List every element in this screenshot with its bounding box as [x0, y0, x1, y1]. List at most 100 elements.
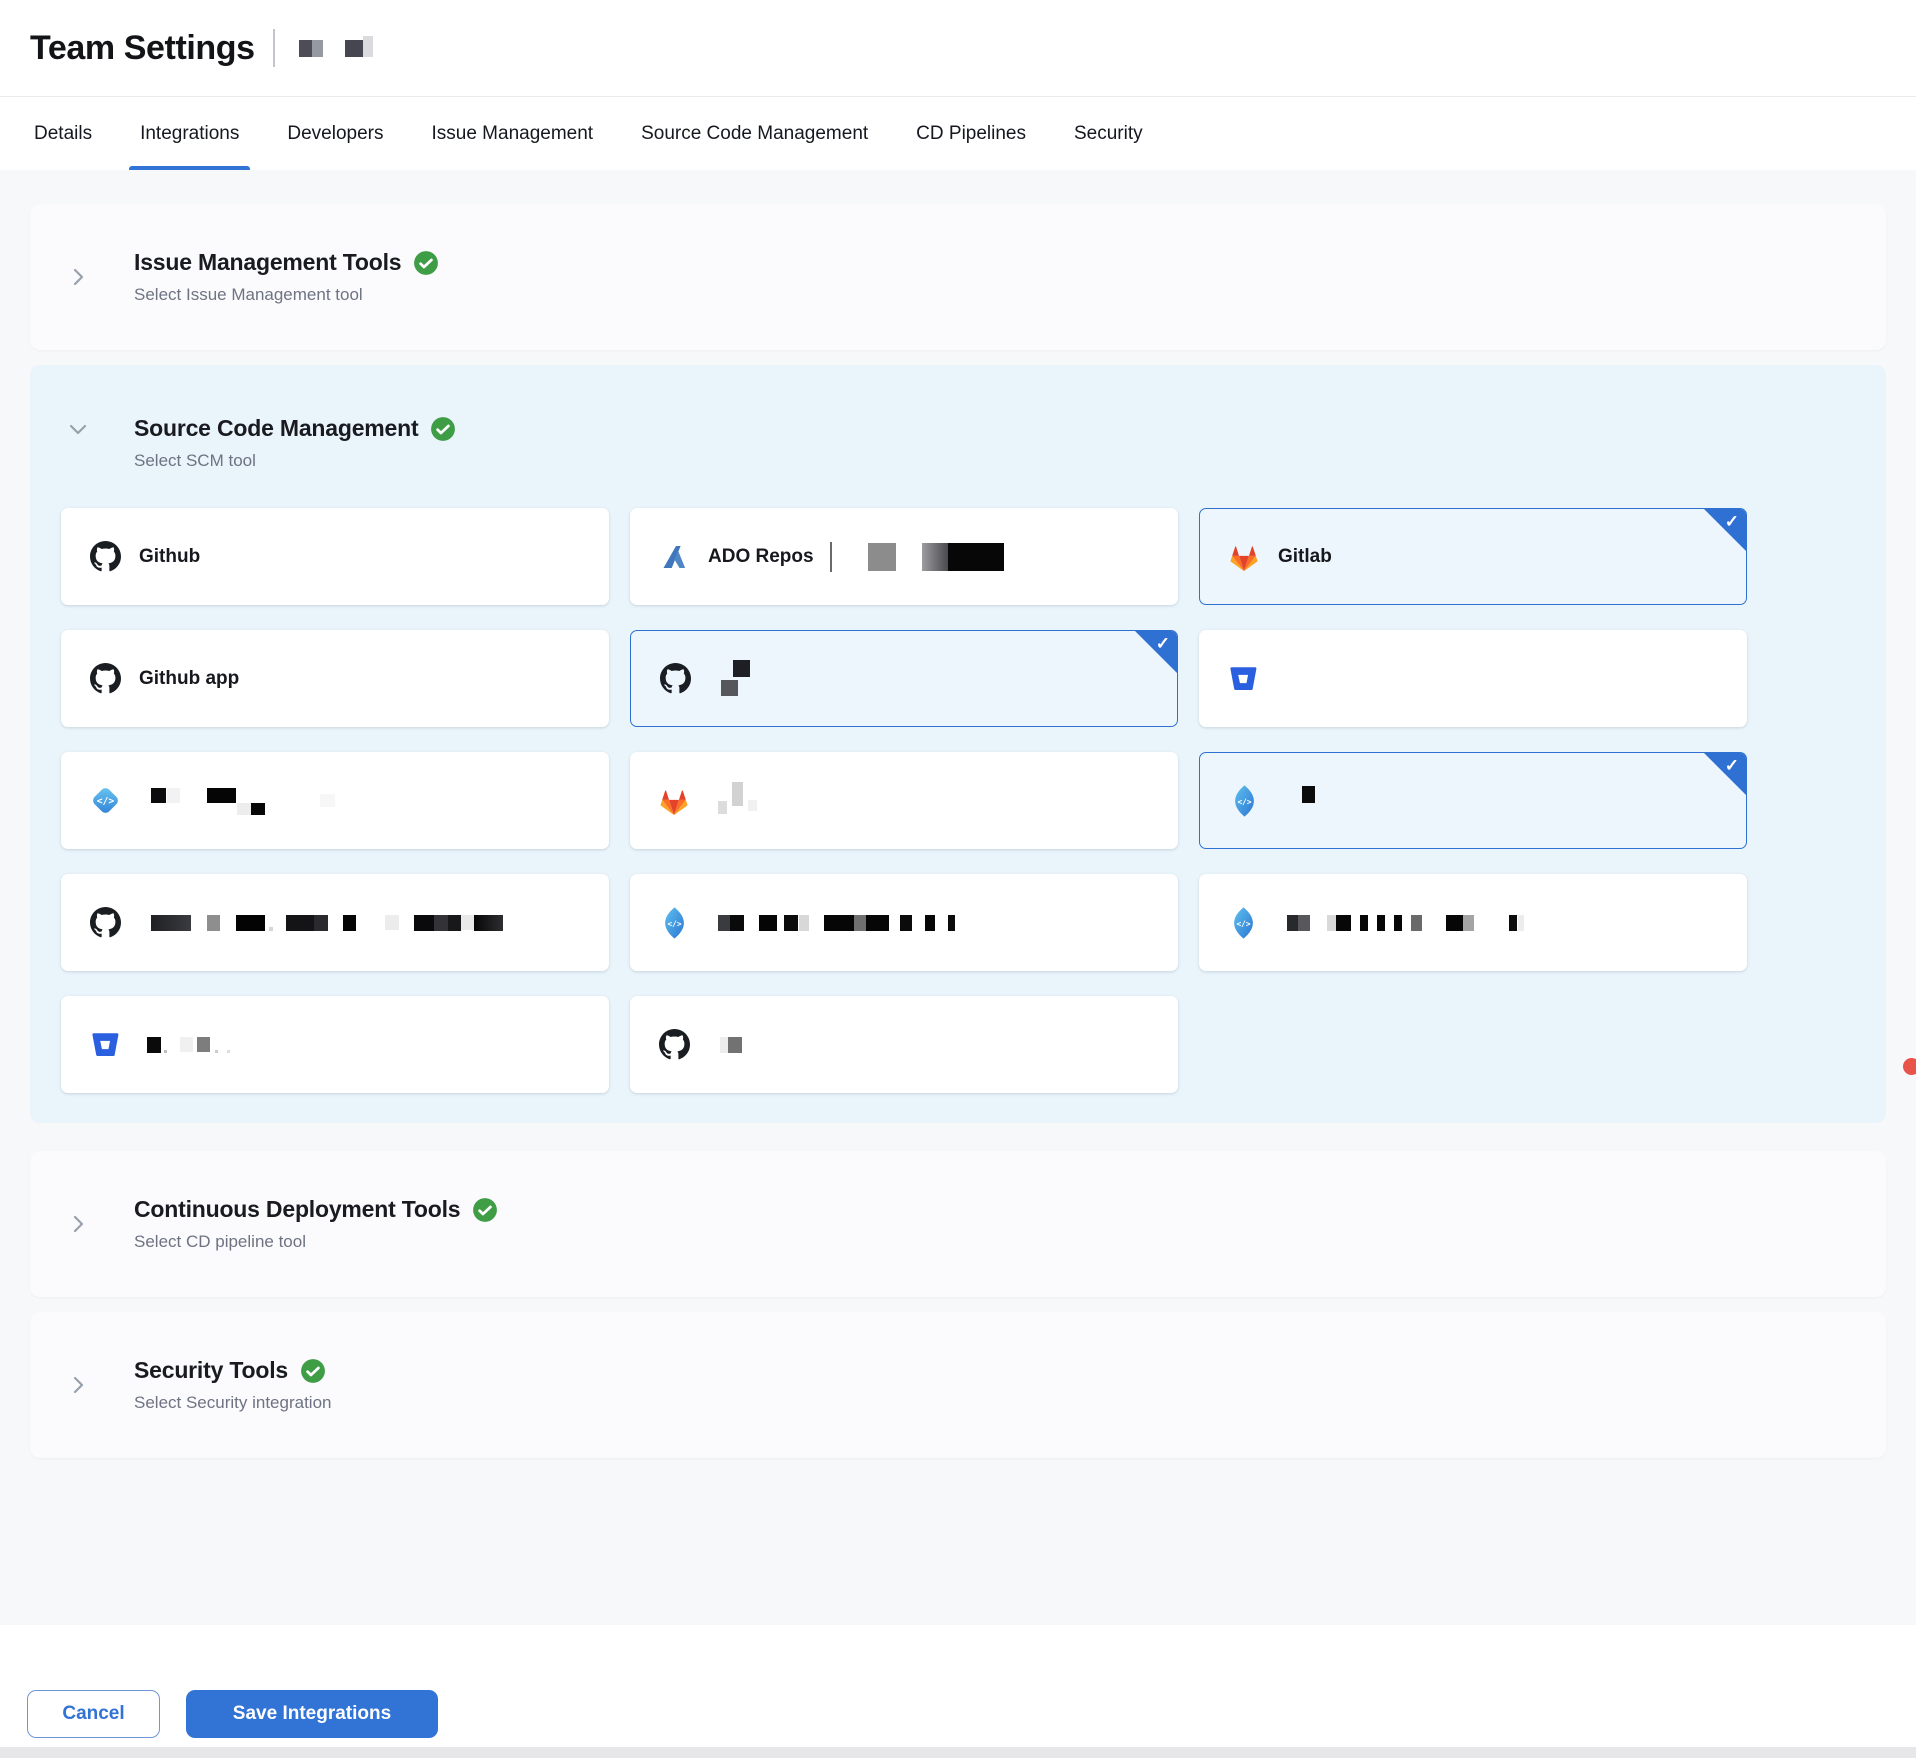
redacted-text: [1360, 915, 1368, 931]
redacted-text: [732, 782, 743, 806]
redacted-text: [312, 40, 323, 57]
check-circle-icon: [300, 1358, 326, 1384]
redacted-text: [1287, 915, 1298, 931]
section-header[interactable]: Source Code Management: [134, 413, 1846, 443]
redacted-text-run: [139, 793, 335, 808]
tab-security[interactable]: Security: [1074, 97, 1143, 170]
redacted-text: [784, 915, 798, 931]
scm-tool-card[interactable]: ✓: [630, 630, 1178, 727]
team-settings-page: Team Settings Details Integrations Develop…: [0, 0, 1916, 1758]
tab-bar: Details Integrations Developers Issue Manag…: [0, 97, 1916, 170]
check-icon: ✓: [1725, 513, 1739, 530]
check-icon: ✓: [1156, 635, 1170, 652]
redacted-text: [1298, 915, 1310, 931]
sections-list: Issue Management Tools Select Issue Manag…: [30, 204, 1886, 1458]
check-circle-icon: [472, 1197, 498, 1223]
scm-tool-card[interactable]: </>: [630, 874, 1178, 971]
section-title: Source Code Management: [134, 413, 418, 443]
redacted-text: [299, 40, 312, 57]
redacted-text: [1518, 915, 1524, 931]
redacted-text: [345, 40, 363, 57]
chevron-right-icon[interactable]: [66, 265, 90, 289]
check-circle-icon: [430, 416, 456, 442]
chevron-right-icon[interactable]: [66, 1373, 90, 1397]
code-rhombus-icon: </>: [654, 906, 694, 940]
redacted-text: [227, 1050, 230, 1053]
section-subtitle: Select Security integration: [134, 1392, 1846, 1414]
footer: Cancel Save Integrations: [0, 1626, 1916, 1758]
section-header[interactable]: Security Tools: [134, 1355, 1846, 1385]
redacted-text: [286, 915, 314, 931]
section-source-code-management: Source Code Management Select SCM tool Git…: [30, 365, 1886, 1123]
redacted-text: [448, 915, 461, 931]
scm-tool-card-github[interactable]: Github: [61, 508, 609, 605]
scm-tool-card[interactable]: [61, 874, 609, 971]
github-icon: [85, 663, 125, 694]
scm-tool-card[interactable]: </> ✓: [1199, 752, 1747, 849]
redacted-text: [922, 543, 948, 571]
section-header[interactable]: Issue Management Tools: [134, 247, 1846, 277]
chevron-right-icon[interactable]: [66, 1212, 90, 1236]
github-icon: [655, 663, 695, 694]
redacted-text: [1377, 915, 1385, 931]
redacted-text: [215, 1050, 218, 1053]
tab-issue-management[interactable]: Issue Management: [431, 97, 593, 170]
redacted-text: [363, 36, 373, 57]
tab-integrations[interactable]: Integrations: [140, 97, 239, 170]
redacted-text-run: [139, 1037, 230, 1053]
scm-tool-card[interactable]: </>: [1199, 874, 1747, 971]
scm-tool-card[interactable]: [630, 996, 1178, 1093]
redacted-text: [207, 915, 220, 931]
svg-text:</>: </>: [667, 919, 681, 928]
redacted-text: [385, 915, 399, 930]
scm-tool-card-gitlab[interactable]: Gitlab✓: [1199, 508, 1747, 605]
redacted-text: [1394, 915, 1402, 931]
redacted-text: [237, 803, 251, 815]
redacted-text: [721, 680, 738, 696]
section-subtitle: Select Issue Management tool: [134, 284, 1846, 306]
scm-tool-card[interactable]: [61, 996, 609, 1093]
tab-cd-pipelines[interactable]: CD Pipelines: [916, 97, 1026, 170]
chevron-down-icon[interactable]: [66, 417, 90, 441]
redacted-text: [320, 794, 335, 807]
redacted-text: [948, 915, 955, 931]
redacted-text: [1327, 915, 1336, 931]
redacted-text: [759, 915, 777, 931]
scm-tool-card-ado-repos[interactable]: ADO Repos: [630, 508, 1178, 605]
redacted-text: [164, 1050, 167, 1053]
scm-tool-card-github-app[interactable]: Github app: [61, 630, 609, 727]
scm-tool-card[interactable]: [1199, 630, 1747, 727]
svg-text:</>: </>: [1237, 797, 1251, 806]
redacted-text: [434, 915, 448, 931]
section-header[interactable]: Continuous Deployment Tools: [134, 1194, 1846, 1224]
redacted-text-run: [1278, 792, 1315, 809]
redacted-text: [830, 542, 832, 572]
check-icon: ✓: [1725, 757, 1739, 774]
redacted-text-run: [1277, 915, 1524, 931]
redacted-text: [1411, 915, 1422, 931]
svg-text:</>: </>: [96, 796, 114, 807]
scm-tool-card[interactable]: </>: [61, 752, 609, 849]
tab-details[interactable]: Details: [34, 97, 92, 170]
section-title: Continuous Deployment Tools: [134, 1194, 460, 1224]
redacted-text: [799, 915, 809, 931]
cancel-button[interactable]: Cancel: [27, 1690, 160, 1738]
save-integrations-button[interactable]: Save Integrations: [186, 1690, 438, 1738]
page-header: Team Settings: [0, 0, 1916, 97]
redacted-text-run: [708, 915, 955, 931]
scm-tool-card[interactable]: [630, 752, 1178, 849]
section-subtitle: Select SCM tool: [134, 450, 1846, 472]
redacted-text: [728, 1037, 742, 1053]
redacted-text-run: [709, 670, 750, 687]
redacted-text: [718, 915, 730, 931]
notification-badge: [1903, 1058, 1916, 1075]
redacted-text: [868, 543, 896, 571]
tool-label: ADO Repos: [708, 546, 814, 568]
redacted-text: [269, 927, 273, 931]
redacted-text: [900, 915, 912, 931]
tab-developers[interactable]: Developers: [287, 97, 383, 170]
tab-source-code-management[interactable]: Source Code Management: [641, 97, 868, 170]
redacted-text: [180, 1037, 193, 1052]
code-rhombus-icon: </>: [1223, 906, 1263, 940]
section-security-tools: Security Tools Select Security integratio…: [30, 1312, 1886, 1458]
